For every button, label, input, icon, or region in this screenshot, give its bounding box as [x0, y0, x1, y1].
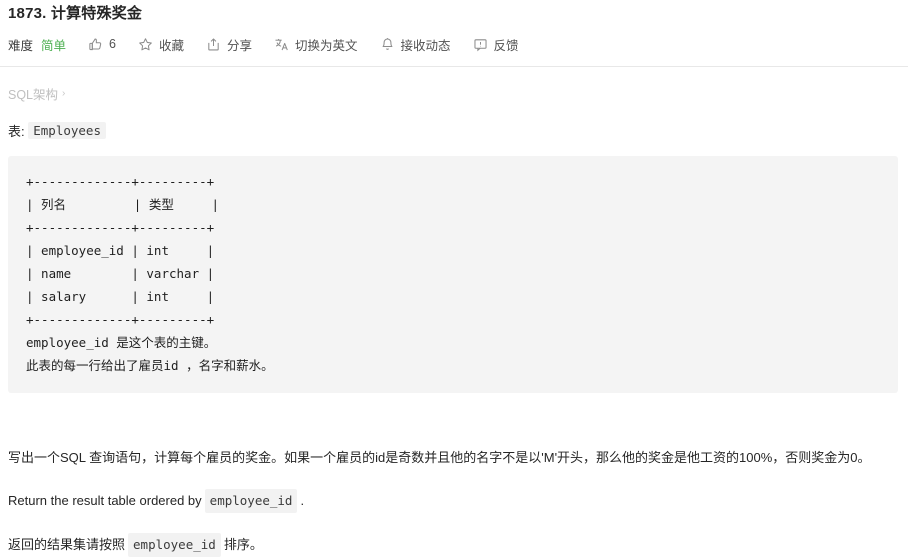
comment-icon	[473, 37, 488, 52]
return-en-code: employee_id	[204, 489, 298, 513]
like-count: 6	[109, 37, 116, 51]
problem-description: 写出一个SQL 查询语句，计算每个雇员的奖金。如果一个雇员的id是奇数并且他的名…	[8, 450, 871, 465]
return-en-prefix: Return the result table ordered by	[8, 493, 202, 508]
table-name-line: 表: Employees	[8, 121, 900, 140]
favorite-label: 收藏	[158, 38, 184, 53]
page-title: 1873. 计算特殊奖金	[8, 5, 143, 22]
breadcrumb[interactable]: SQL架构 ›	[8, 84, 900, 103]
table-name-code: Employees	[28, 122, 106, 139]
return-statement-cn: 返回的结果集请按照 employee_id 排序。	[8, 533, 900, 557]
header-divider	[0, 66, 908, 67]
return-cn-code: employee_id	[128, 533, 221, 557]
return-cn-suffix: 排序。	[223, 537, 263, 552]
translate-button[interactable]: 切换为英文	[274, 35, 358, 54]
breadcrumb-label: SQL架构	[8, 88, 59, 102]
subscribe-button[interactable]: 接收动态	[380, 35, 451, 54]
star-icon	[138, 37, 153, 52]
difficulty-label: 难度	[8, 38, 34, 53]
return-en-suffix: .	[300, 493, 305, 508]
share-label: 分享	[227, 38, 253, 53]
table-prefix-label: 表:	[8, 124, 25, 139]
chevron-right-icon: ›	[62, 88, 66, 99]
return-cn-prefix: 返回的结果集请按照	[8, 537, 126, 552]
like-button[interactable]: 6	[88, 37, 116, 52]
subscribe-label: 接收动态	[400, 38, 451, 53]
feedback-label: 反馈	[493, 38, 519, 53]
share-button[interactable]: 分享	[206, 35, 252, 54]
thumbs-up-icon	[88, 37, 103, 52]
feedback-button[interactable]: 反馈	[473, 35, 519, 54]
translate-label: 切换为英文	[295, 38, 358, 53]
problem-page: 1873. 计算特殊奖金 难度 简单 6 收藏 分享 切换为英文 接收动态 反馈…	[0, 0, 908, 557]
bell-icon	[380, 37, 395, 52]
translate-icon	[274, 37, 289, 52]
problem-toolbar: 难度 简单 6 收藏 分享 切换为英文 接收动态 反馈	[8, 30, 900, 58]
return-statement-en: Return the result table ordered by emplo…	[8, 489, 900, 513]
difficulty-indicator: 难度 简单	[8, 35, 66, 54]
favorite-button[interactable]: 收藏	[138, 35, 184, 54]
schema-code-block: +-------------+---------+ | 列名 | 类型 | +-…	[8, 156, 898, 393]
difficulty-value: 简单	[41, 38, 67, 53]
share-icon	[206, 37, 221, 52]
